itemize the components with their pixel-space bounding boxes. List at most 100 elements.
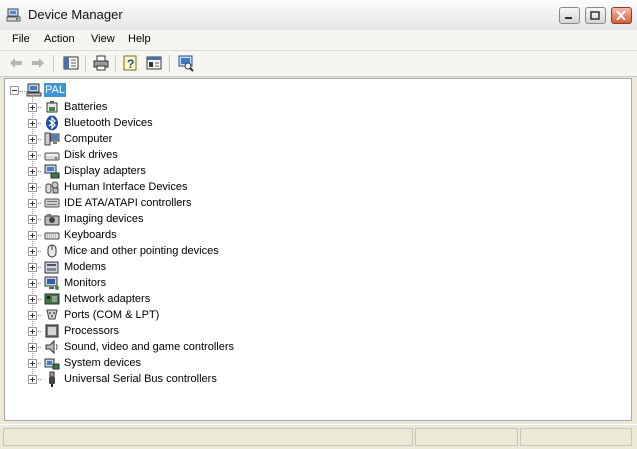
tree-item-modem[interactable]: Modems <box>5 259 631 275</box>
menu-file[interactable]: File <box>12 33 30 45</box>
tree-item-display-adapter[interactable]: Display adapters <box>5 163 631 179</box>
tree-item-speaker[interactable]: Sound, video and game controllers <box>5 339 631 355</box>
tree-item-label[interactable]: Computer <box>64 132 112 146</box>
tree-item-monitor[interactable]: Monitors <box>5 275 631 291</box>
computer-root-icon <box>26 83 42 97</box>
menu-action[interactable]: Action <box>44 33 75 45</box>
expand-toggle[interactable] <box>28 119 37 128</box>
expand-toggle[interactable] <box>28 311 37 320</box>
close-button[interactable] <box>611 7 632 24</box>
expand-toggle[interactable] <box>28 215 37 224</box>
tree-item-label[interactable]: Modems <box>64 260 106 274</box>
expand-toggle[interactable] <box>28 151 37 160</box>
expand-toggle[interactable] <box>28 135 37 144</box>
help-icon: ? <box>123 55 137 71</box>
expand-toggle[interactable] <box>28 231 37 240</box>
tree-item-ide-controller[interactable]: IDE ATA/ATAPI controllers <box>5 195 631 211</box>
network-adapter-icon <box>44 293 60 305</box>
menu-help[interactable]: Help <box>128 33 151 45</box>
status-bar <box>0 424 637 449</box>
toolbar: ? <box>0 51 637 77</box>
device-tree[interactable]: PAL Batteries Bluetooth Devices Computer Di… <box>4 78 632 421</box>
expand-toggle[interactable] <box>28 247 37 256</box>
tree-item-camera[interactable]: Imaging devices <box>5 211 631 227</box>
maximize-button[interactable] <box>584 7 606 24</box>
forward-arrow-icon <box>32 58 44 68</box>
hid-icon <box>45 181 59 194</box>
keyboard-icon <box>44 232 60 240</box>
help-button[interactable]: ? <box>122 54 140 72</box>
status-pane-3 <box>520 428 632 446</box>
tree-item-label[interactable]: Display adapters <box>64 164 146 178</box>
computer-icon <box>44 132 60 146</box>
tree-item-disk-drive[interactable]: Disk drives <box>5 147 631 163</box>
tree-item-label[interactable]: Ports (COM & LPT) <box>64 308 159 322</box>
tree-item-processor[interactable]: Processors <box>5 323 631 339</box>
scan-hardware-button[interactable] <box>177 54 195 72</box>
tree-item-label[interactable]: Batteries <box>64 100 107 114</box>
device-manager-window: Device Manager File Action View Help ? P… <box>0 0 637 449</box>
tree-item-label[interactable]: Imaging devices <box>64 212 144 226</box>
expand-toggle[interactable] <box>28 199 37 208</box>
properties-icon <box>146 56 162 70</box>
expand-toggle[interactable] <box>28 167 37 176</box>
tree-item-bluetooth[interactable]: Bluetooth Devices <box>5 115 631 131</box>
processor-icon <box>45 324 59 338</box>
tree-item-label[interactable]: Disk drives <box>64 148 118 162</box>
tree-item-computer[interactable]: Computer <box>5 131 631 147</box>
speaker-icon <box>45 339 58 355</box>
tree-item-label[interactable]: System devices <box>64 356 141 370</box>
mouse-icon <box>47 244 57 258</box>
tree-root-label[interactable]: PAL <box>44 83 66 97</box>
expand-toggle[interactable] <box>28 295 37 304</box>
expand-toggle[interactable] <box>28 263 37 272</box>
back-button[interactable] <box>7 54 25 72</box>
properties-button[interactable] <box>145 54 163 72</box>
tree-item-network-adapter[interactable]: Network adapters <box>5 291 631 307</box>
expand-toggle[interactable] <box>28 103 37 112</box>
tree-item-label[interactable]: Processors <box>64 324 119 338</box>
ide-controller-icon <box>44 198 60 208</box>
tree-item-battery[interactable]: Batteries <box>5 99 631 115</box>
tree-item-label[interactable]: Bluetooth Devices <box>64 116 153 130</box>
tree-item-label[interactable]: Mice and other pointing devices <box>64 244 219 258</box>
minimize-icon <box>564 17 572 19</box>
tree-item-label[interactable]: Human Interface Devices <box>64 180 188 194</box>
show-hide-tree-button[interactable] <box>62 54 80 72</box>
title-bar[interactable]: Device Manager <box>0 0 637 31</box>
back-arrow-icon <box>10 58 22 68</box>
tree-item-label[interactable]: IDE ATA/ATAPI controllers <box>64 196 192 210</box>
tree-item-hid[interactable]: Human Interface Devices <box>5 179 631 195</box>
tree-item-label[interactable]: Monitors <box>64 276 106 290</box>
tree-item-label[interactable]: Keyboards <box>64 228 117 242</box>
svg-text:?: ? <box>127 57 134 71</box>
tree-item-system-device[interactable]: System devices <box>5 355 631 371</box>
expand-toggle[interactable] <box>28 359 37 368</box>
menu-view[interactable]: View <box>91 33 115 45</box>
tree-root-row[interactable]: PAL <box>5 83 631 99</box>
toolbar-separator <box>53 55 55 72</box>
expand-toggle[interactable] <box>28 183 37 192</box>
disk-drive-icon <box>44 152 60 161</box>
minimize-button[interactable] <box>558 7 580 24</box>
expand-toggle[interactable] <box>28 343 37 352</box>
tree-item-mouse[interactable]: Mice and other pointing devices <box>5 243 631 259</box>
port-icon <box>46 309 58 320</box>
print-button[interactable] <box>92 54 110 72</box>
tree-item-label[interactable]: Universal Serial Bus controllers <box>64 372 217 386</box>
expand-toggle[interactable] <box>28 279 37 288</box>
bluetooth-icon <box>46 115 58 131</box>
tree-item-keyboard[interactable]: Keyboards <box>5 227 631 243</box>
tree-item-usb[interactable]: Universal Serial Bus controllers <box>5 371 631 387</box>
status-pane-2 <box>415 428 518 446</box>
tree-item-label[interactable]: Network adapters <box>64 292 150 306</box>
collapse-root-toggle[interactable] <box>10 86 19 95</box>
tree-item-label[interactable]: Sound, video and game controllers <box>64 340 234 354</box>
expand-toggle[interactable] <box>28 375 37 384</box>
expand-toggle[interactable] <box>28 327 37 336</box>
tree-item-port[interactable]: Ports (COM & LPT) <box>5 307 631 323</box>
camera-icon <box>44 214 60 226</box>
forward-button[interactable] <box>29 54 47 72</box>
toolbar-separator <box>169 55 171 72</box>
battery-icon <box>46 101 58 113</box>
